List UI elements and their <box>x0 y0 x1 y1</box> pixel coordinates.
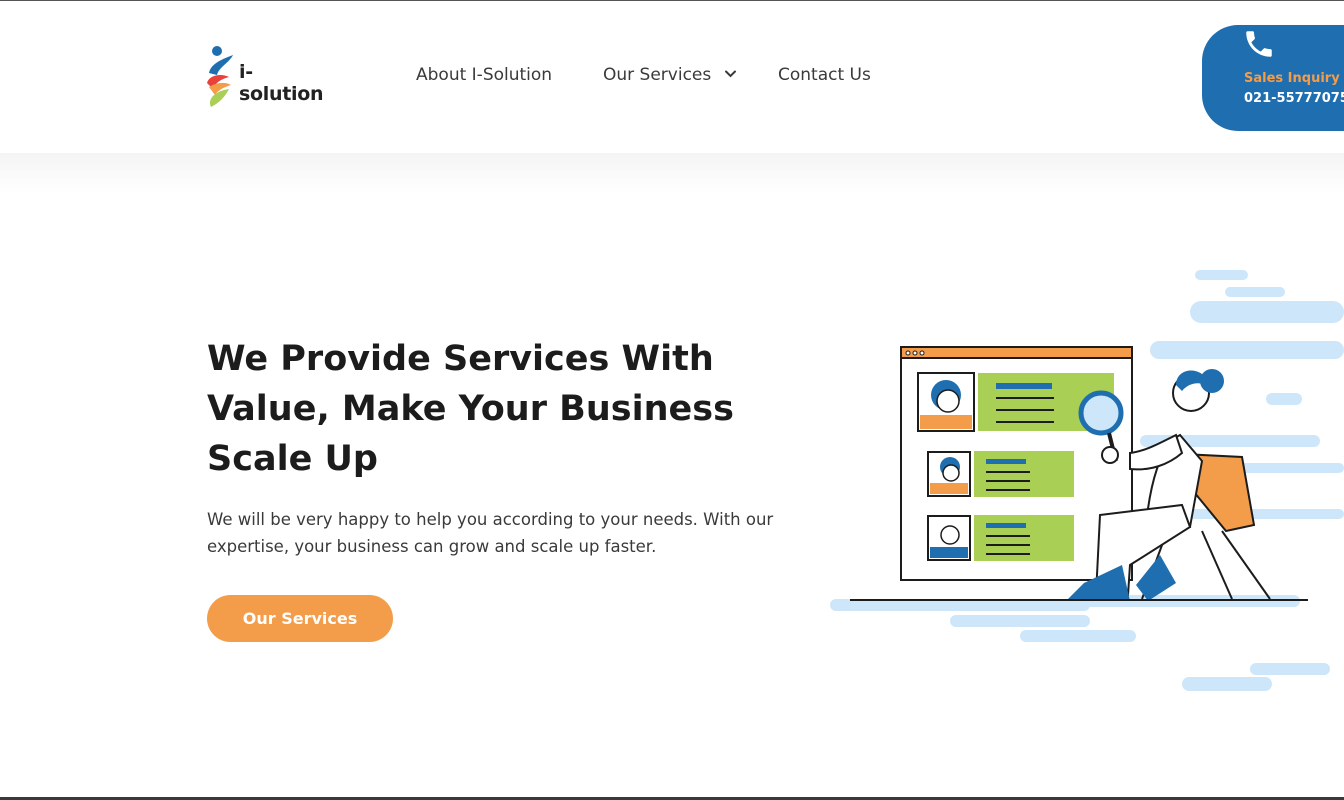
screen-window <box>900 346 1133 581</box>
nav-item-label: About I-Solution <box>416 65 553 85</box>
nav-item-our-services[interactable]: Our Services <box>603 65 736 85</box>
our-services-button[interactable]: Our Services <box>207 595 393 642</box>
sales-phone-number: 021-55777075 <box>1244 91 1344 106</box>
hero-illustration <box>830 270 1344 691</box>
logo-mark-icon <box>207 46 233 107</box>
nav-item-about[interactable]: About I-Solution <box>416 65 552 85</box>
nav-item-contact-us[interactable]: Contact Us <box>778 65 871 85</box>
logo-text: i-solution <box>239 61 324 105</box>
sales-inquiry-label: Sales Inquiry <box>1244 71 1340 86</box>
nav-item-label: Our Services <box>603 65 712 85</box>
logo[interactable]: i-solution <box>203 43 333 113</box>
chevron-down-icon <box>724 70 736 78</box>
nav-item-label: Contact Us <box>778 65 871 85</box>
phone-icon <box>1246 31 1272 57</box>
hero-description: We will be very happy to help you accord… <box>207 510 774 556</box>
site-header: i-solution About I-Solution Our Services… <box>0 1 1344 153</box>
sales-inquiry-button[interactable]: Sales Inquiry 021-55777075 <box>1202 25 1344 131</box>
header-shadow <box>0 153 1344 193</box>
hero-title: We Provide Services With Value, Make You… <box>207 339 734 479</box>
